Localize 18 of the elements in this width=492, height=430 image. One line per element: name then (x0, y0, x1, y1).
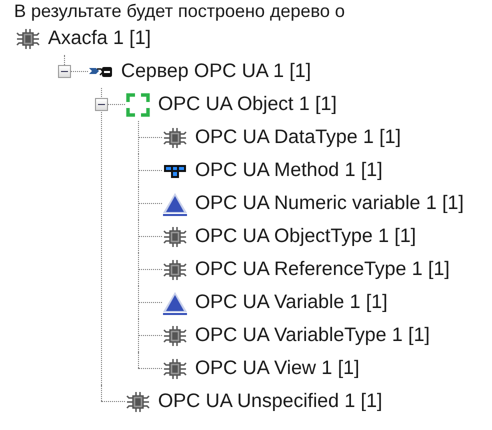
tree-item[interactable]: Сервер OPC UA 1 [1] (121, 60, 312, 83)
tree-item[interactable]: OPC UA DataType 1 [1] (195, 126, 401, 149)
tree-item[interactable]: Axacfa 1 [1] (48, 27, 151, 50)
tree-item[interactable]: OPC UA Numeric variable 1 [1] (195, 192, 464, 215)
tree-item[interactable]: OPC UA View 1 [1] (195, 357, 360, 380)
tree-item[interactable]: OPC UA ReferenceType 1 [1] (195, 258, 450, 281)
tree-item[interactable]: OPC UA Method 1 [1] (195, 159, 383, 182)
intro-text: В результате будет построено дерево о (14, 0, 346, 22)
collapse-toggle[interactable] (58, 65, 71, 78)
tree-item[interactable]: OPC UA Unspecified 1 [1] (158, 390, 382, 413)
collapse-toggle[interactable] (95, 98, 108, 111)
triangle-icon (162, 190, 188, 216)
triangle-icon (162, 290, 188, 316)
tree-item[interactable]: OPC UA Variable 1 [1] (195, 291, 388, 314)
tree-item[interactable]: OPC UA VariableType 1 [1] (195, 324, 430, 347)
tree-item[interactable]: OPC UA ObjectType 1 [1] (195, 225, 416, 248)
tree-item[interactable]: OPC UA Object 1 [1] (158, 93, 337, 116)
server-icon (89, 66, 113, 77)
